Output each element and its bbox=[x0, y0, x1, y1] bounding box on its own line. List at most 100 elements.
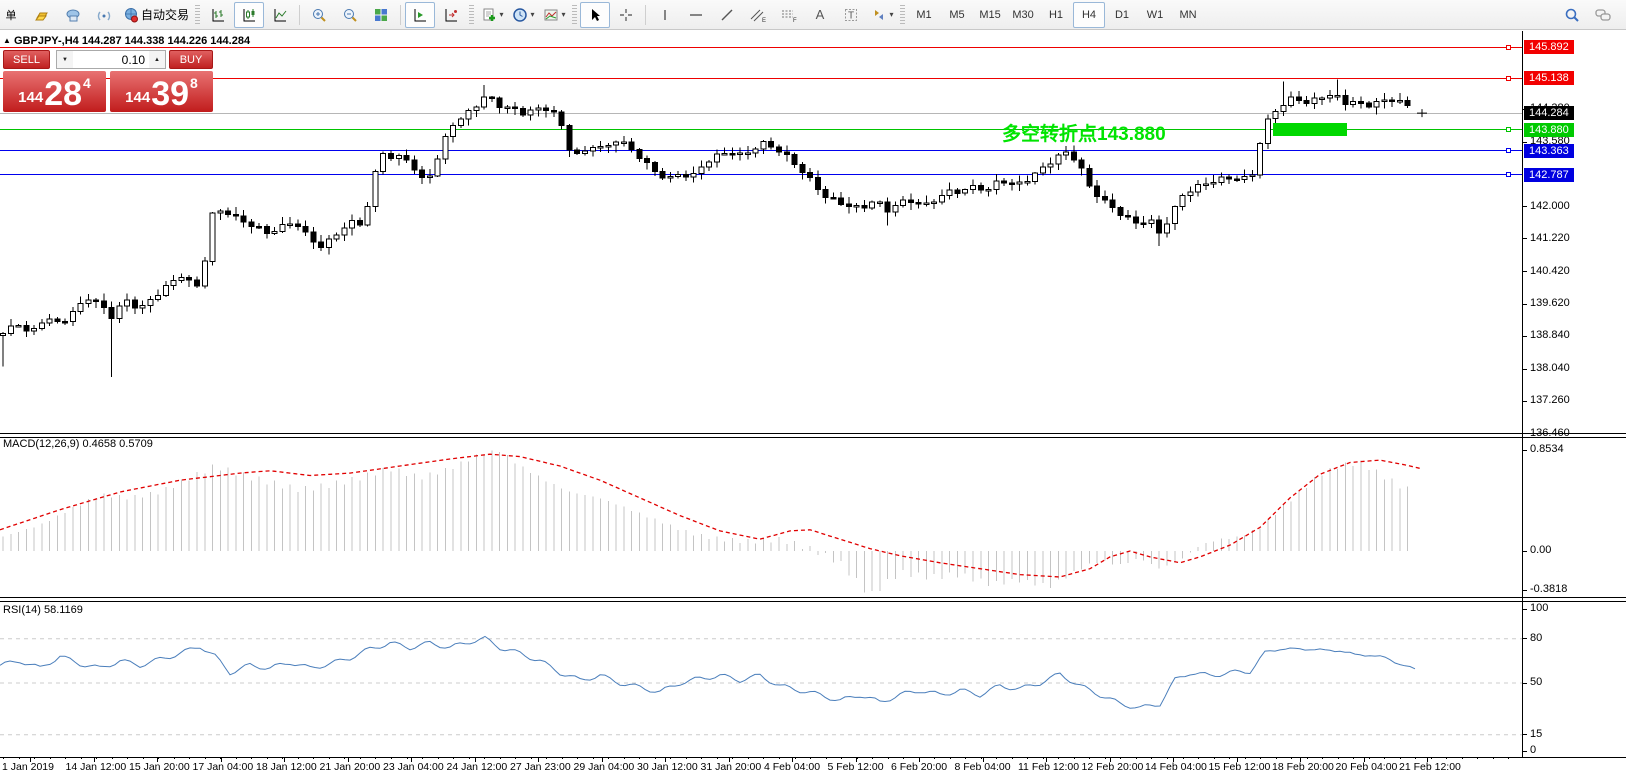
current-price-marker bbox=[1417, 109, 1427, 117]
sell-price-prefix: 144 bbox=[18, 89, 43, 106]
time-minor-tick bbox=[143, 757, 144, 759]
tab-timeframe-W1[interactable]: W1 bbox=[1139, 2, 1171, 28]
time-axis-label: 30 Jan 12:00 bbox=[637, 761, 698, 773]
time-axis-label: 23 Jan 04:00 bbox=[383, 761, 444, 773]
time-axis-label: 11 Feb 12:00 bbox=[1018, 761, 1079, 773]
rsi-tick-mark bbox=[1522, 751, 1527, 752]
cloud-chart-button[interactable] bbox=[58, 2, 88, 28]
time-axis-line bbox=[0, 757, 1626, 758]
level-handle[interactable] bbox=[1506, 76, 1511, 81]
zoom-out-icon bbox=[342, 7, 358, 23]
price-badge-current: 144.284 bbox=[1524, 106, 1574, 120]
vertical-line-icon bbox=[658, 7, 672, 23]
zoom-out-button[interactable] bbox=[335, 2, 365, 28]
buy-button[interactable]: BUY bbox=[169, 50, 213, 69]
pivot-annotation-text: 多空转折点143.880 bbox=[1002, 119, 1166, 146]
fibonacci-button[interactable]: F bbox=[774, 2, 804, 28]
tab-timeframe-D1[interactable]: D1 bbox=[1106, 2, 1138, 28]
sell-button[interactable]: SELL bbox=[3, 50, 50, 69]
volume-input[interactable] bbox=[73, 51, 149, 68]
auto-scroll-button[interactable] bbox=[405, 2, 435, 28]
chart-shift-button[interactable] bbox=[436, 2, 466, 28]
trendline-button[interactable] bbox=[712, 2, 742, 28]
sell-price-main: 28 bbox=[44, 77, 82, 111]
time-minor-tick bbox=[313, 757, 314, 759]
macd-pane[interactable] bbox=[0, 436, 1522, 597]
new-order-button[interactable]: 单 bbox=[0, 2, 26, 28]
tile-windows-button[interactable] bbox=[366, 2, 396, 28]
candlestick-chart-button[interactable] bbox=[234, 2, 264, 28]
time-minor-tick bbox=[515, 757, 516, 759]
level-handle[interactable] bbox=[1506, 172, 1511, 177]
price-badge-support: 142.787 bbox=[1524, 168, 1574, 182]
level-handle[interactable] bbox=[1506, 148, 1511, 153]
vertical-line-button[interactable] bbox=[650, 2, 680, 28]
zoom-in-button[interactable] bbox=[304, 2, 334, 28]
buy-price-tile[interactable]: 144 39 8 bbox=[110, 71, 213, 112]
crosshair-button[interactable] bbox=[611, 2, 641, 28]
toolbar-handle bbox=[572, 5, 577, 25]
price-tick-mark bbox=[1522, 401, 1527, 402]
macd-tick-label: -0.3818 bbox=[1530, 583, 1600, 595]
tab-timeframe-M15[interactable]: M15 bbox=[974, 2, 1006, 28]
arrows-icon bbox=[871, 7, 887, 23]
time-axis-label: 15 Feb 12:00 bbox=[1209, 761, 1271, 773]
price-tick-mark bbox=[1522, 369, 1527, 370]
macd-label: MACD(12,26,9) 0.4658 0.5709 bbox=[3, 438, 153, 450]
tab-timeframe-M1[interactable]: M1 bbox=[908, 2, 940, 28]
gold-ingot-button[interactable] bbox=[27, 2, 57, 28]
toolbar-separator bbox=[645, 5, 646, 25]
rsi-tick-label: 100 bbox=[1530, 602, 1600, 614]
indicators-button[interactable]: ▾ bbox=[477, 2, 507, 28]
time-minor-tick bbox=[360, 757, 361, 759]
cursor-button[interactable] bbox=[580, 2, 610, 28]
price-tick-mark bbox=[1522, 238, 1527, 239]
volume-up-button[interactable]: ▲ bbox=[149, 51, 165, 68]
time-minor-tick bbox=[438, 757, 439, 759]
tab-timeframe-M5[interactable]: M5 bbox=[941, 2, 973, 28]
search-button[interactable] bbox=[1557, 2, 1587, 28]
bar-chart-button[interactable] bbox=[203, 2, 233, 28]
time-minor-tick bbox=[903, 757, 904, 759]
sell-price-tile[interactable]: 144 28 4 bbox=[3, 71, 106, 112]
level-handle[interactable] bbox=[1506, 127, 1511, 132]
rsi-pane[interactable] bbox=[0, 601, 1522, 757]
time-minor-tick bbox=[205, 757, 206, 759]
toolbar-separator bbox=[400, 5, 401, 25]
time-minor-tick bbox=[950, 757, 951, 759]
line-chart-button[interactable] bbox=[265, 2, 295, 28]
time-minor-tick bbox=[1089, 757, 1090, 759]
main-chart-pane[interactable] bbox=[0, 31, 1522, 433]
chat-button[interactable] bbox=[1588, 2, 1618, 28]
tab-timeframe-H4[interactable]: H4 bbox=[1073, 2, 1105, 28]
level-handle[interactable] bbox=[1506, 45, 1511, 50]
tab-timeframe-MN[interactable]: MN bbox=[1172, 2, 1204, 28]
time-minor-tick bbox=[1012, 757, 1013, 759]
timeframe-group: M1M5M15M30H1H4D1W1MN bbox=[908, 2, 1204, 28]
text-label-button[interactable]: T bbox=[836, 2, 866, 28]
time-axis-label: 21 Jan 20:00 bbox=[320, 761, 381, 773]
periods-button[interactable]: ▾ bbox=[508, 2, 538, 28]
auto-trading-button[interactable]: 自动交易 bbox=[120, 2, 192, 28]
volume-down-button[interactable]: ▼ bbox=[57, 51, 73, 68]
arrows-button[interactable]: ▾ bbox=[867, 2, 897, 28]
time-minor-tick bbox=[1353, 757, 1354, 759]
text-button[interactable]: A bbox=[805, 2, 835, 28]
time-axis-label: 14 Feb 04:00 bbox=[1145, 761, 1207, 773]
equidistant-channel-button[interactable]: E bbox=[743, 2, 773, 28]
signal-button[interactable] bbox=[89, 2, 119, 28]
time-minor-tick bbox=[701, 757, 702, 759]
horizontal-line-button[interactable] bbox=[681, 2, 711, 28]
rsi-tick-mark bbox=[1522, 609, 1527, 610]
time-minor-tick bbox=[810, 757, 811, 759]
text-label-icon: T bbox=[843, 7, 859, 23]
buy-price-main: 39 bbox=[151, 77, 189, 111]
tab-timeframe-H1[interactable]: H1 bbox=[1040, 2, 1072, 28]
templates-button[interactable]: ▾ bbox=[539, 2, 569, 28]
time-minor-tick bbox=[1136, 757, 1137, 759]
time-minor-tick bbox=[1043, 757, 1044, 759]
time-minor-tick bbox=[624, 757, 625, 759]
rsi-line bbox=[0, 636, 1415, 708]
tab-timeframe-M30[interactable]: M30 bbox=[1007, 2, 1039, 28]
crosshair-icon bbox=[618, 7, 634, 23]
